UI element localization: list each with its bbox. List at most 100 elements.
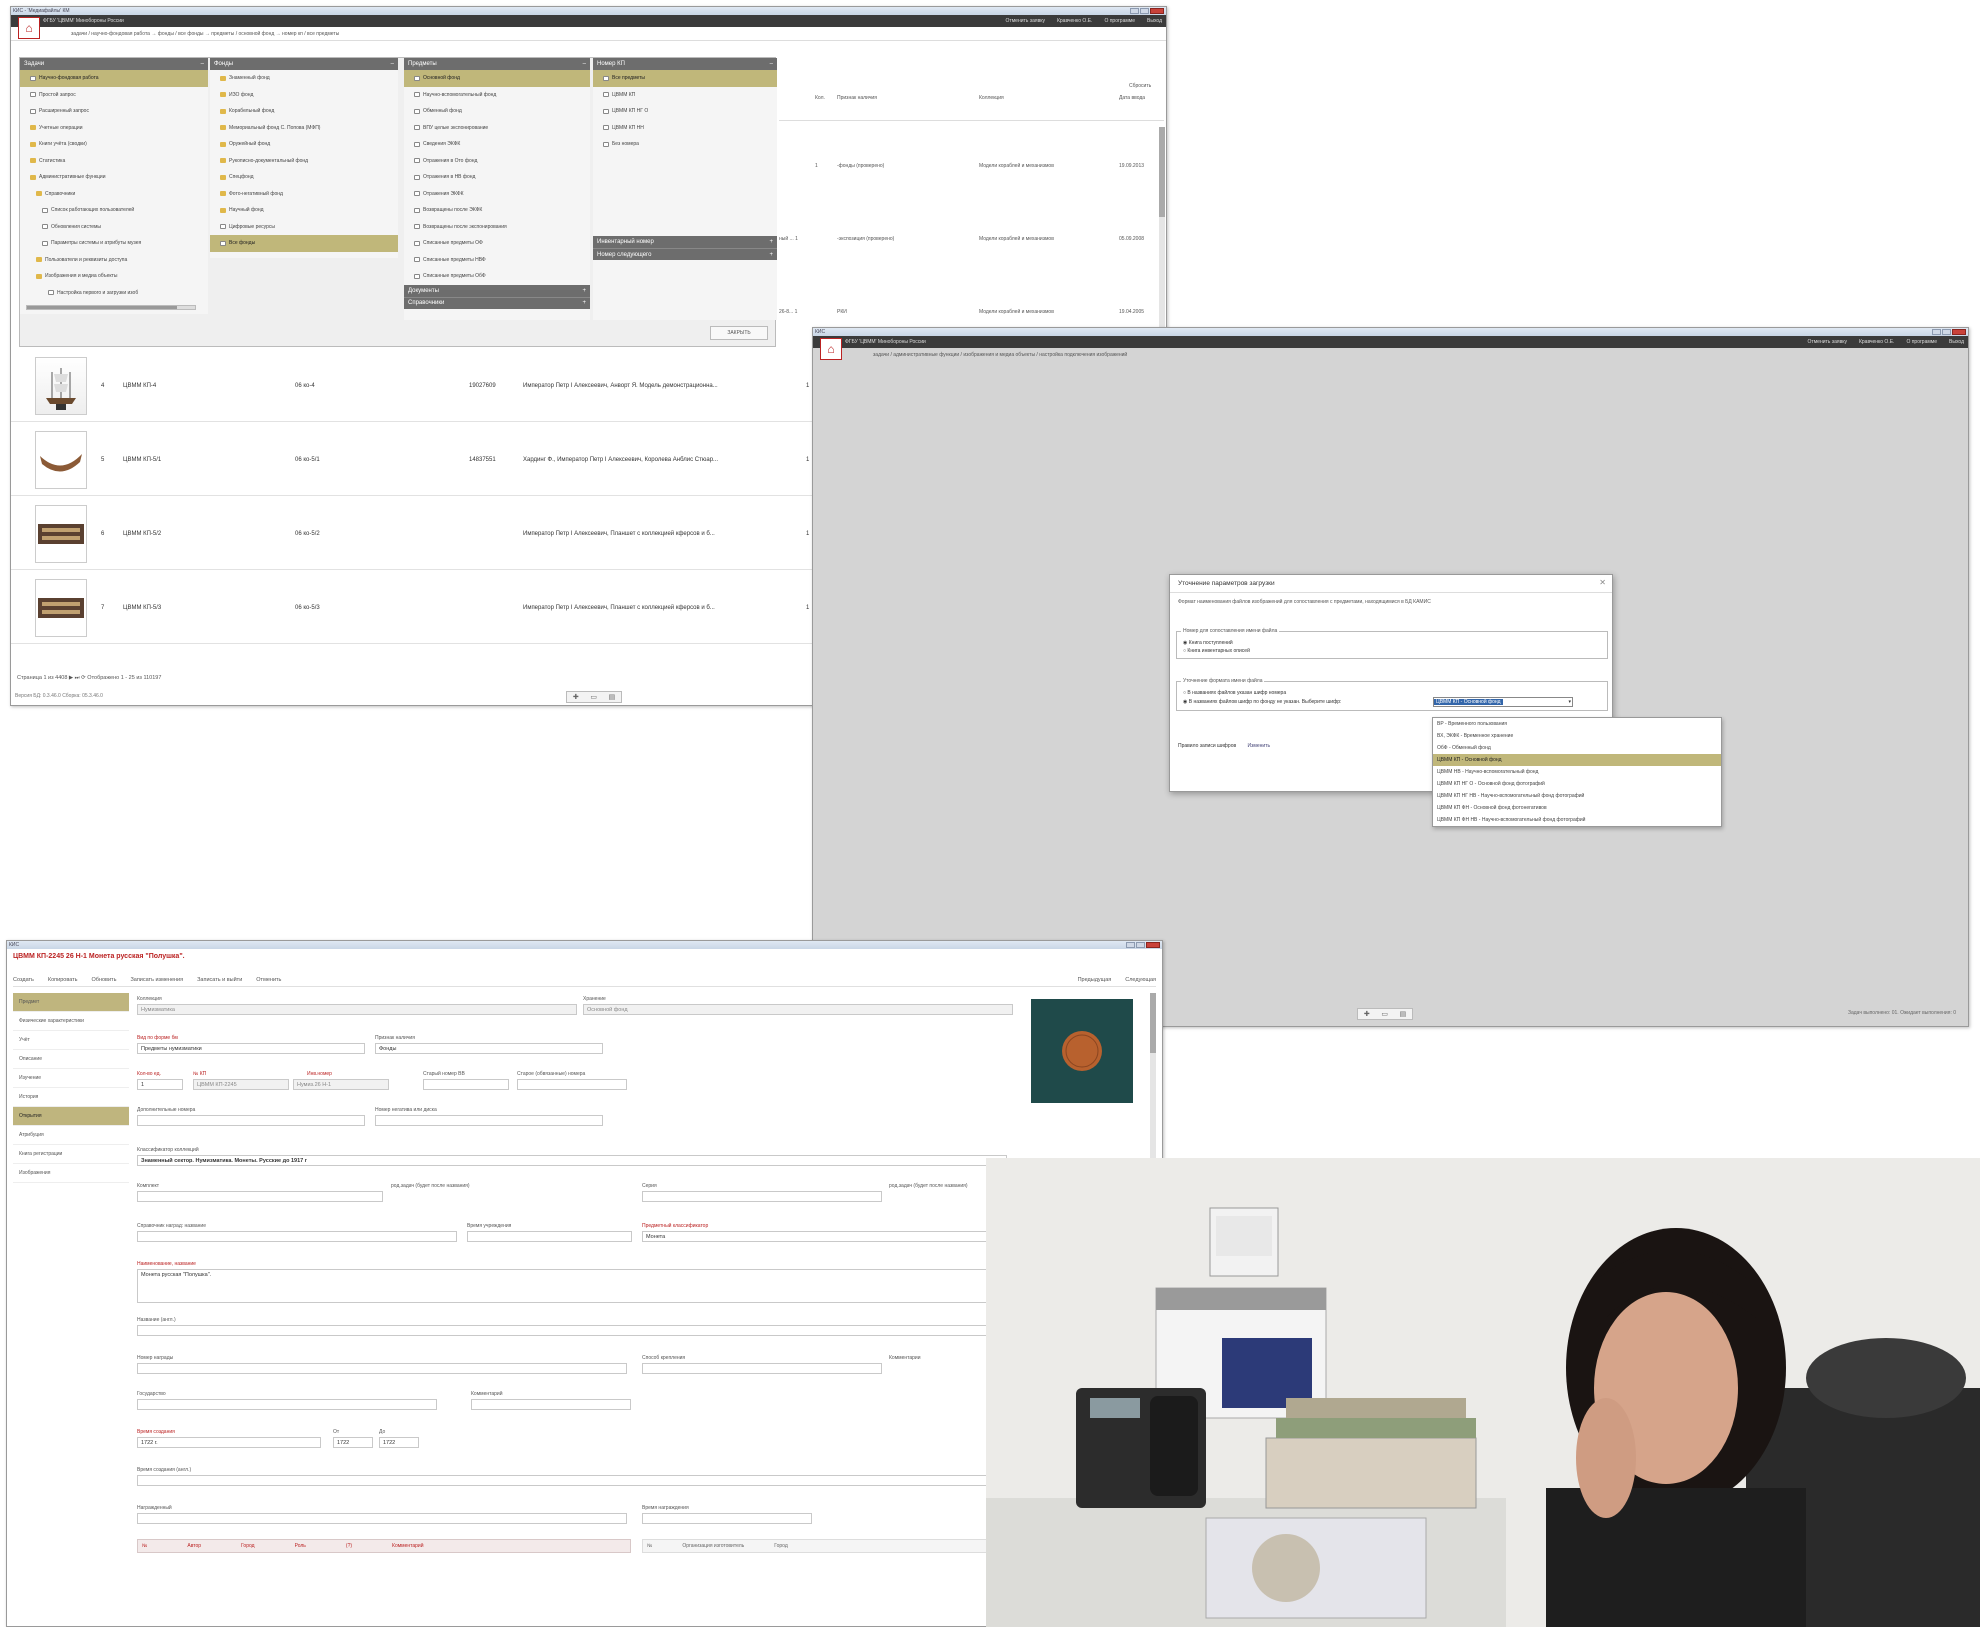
col-header[interactable]: № bbox=[142, 1543, 147, 1549]
col-header[interactable]: Город bbox=[774, 1543, 788, 1549]
task-item[interactable]: Параметры системы и атрибуты музея bbox=[20, 235, 208, 252]
subject-field[interactable]: Монета bbox=[642, 1231, 1012, 1242]
col-collection[interactable]: Коллекция bbox=[979, 95, 1004, 101]
about-link[interactable]: О программе bbox=[1906, 339, 1937, 345]
coin-image[interactable] bbox=[1031, 999, 1133, 1103]
add-num-field[interactable] bbox=[137, 1115, 365, 1126]
maximize-button[interactable] bbox=[1942, 329, 1951, 335]
save-exit-button[interactable]: Записать и выйти bbox=[197, 977, 242, 983]
list-view-icon[interactable]: ▭ bbox=[1381, 1010, 1388, 1018]
object-item[interactable]: Возвращены после экспонирования bbox=[404, 219, 590, 236]
old-inv-field[interactable] bbox=[423, 1079, 509, 1090]
object-item[interactable]: Отражения в НВ фонд bbox=[404, 169, 590, 186]
table-row[interactable]: 5 ЦВММ КП-5/1 06 ко-5/1 14837551 Хардинг… bbox=[11, 424, 819, 496]
reset-filter-link[interactable]: Сбросить bbox=[1129, 83, 1151, 89]
view-switcher[interactable]: ✚ ▭ ▤ bbox=[566, 691, 622, 703]
negative-field[interactable] bbox=[375, 1115, 603, 1126]
close-button[interactable] bbox=[1146, 942, 1160, 948]
exit-link[interactable]: Выход bbox=[1147, 18, 1162, 24]
fund-item[interactable]: Научный фонд bbox=[210, 202, 398, 219]
fund-item[interactable]: Знаменный фонд bbox=[210, 70, 398, 87]
tablet-thumbnail[interactable] bbox=[35, 504, 87, 563]
col-qty[interactable]: Кол. bbox=[815, 95, 825, 101]
radio-code-in-name[interactable]: ○ В названиях файлов указан шифр номера bbox=[1183, 690, 1286, 696]
task-item[interactable]: Книги учёта (сводки) bbox=[20, 136, 208, 153]
cancel-request-link[interactable]: Отменить заявку bbox=[1808, 339, 1847, 345]
grid-view-icon[interactable]: ✚ bbox=[1364, 1010, 1370, 1018]
object-item[interactable]: Списанные предметы НВФ bbox=[404, 252, 590, 269]
dropdown-option[interactable]: ВХ, ЭКФК - Временное хранение bbox=[1433, 730, 1721, 742]
task-item[interactable]: Учетные операции bbox=[20, 120, 208, 137]
fund-item[interactable]: ИЗО фонд bbox=[210, 87, 398, 104]
sidebar-item[interactable]: Книга регистрации bbox=[13, 1145, 129, 1164]
close-button[interactable] bbox=[1952, 329, 1966, 335]
state-comment-field[interactable] bbox=[471, 1399, 631, 1410]
fund-item[interactable]: Фото-негативный фонд bbox=[210, 186, 398, 203]
ship-model-thumbnail[interactable] bbox=[35, 356, 87, 415]
state-field[interactable] bbox=[137, 1399, 437, 1410]
object-item[interactable]: Сведения ЭКФК bbox=[404, 136, 590, 153]
documents-section[interactable]: Документы + bbox=[404, 284, 590, 297]
inventory-number-section[interactable]: Инвентарный номер + bbox=[593, 236, 777, 248]
radio-code-not-in-name[interactable]: ◉ В названиях файлов шифр по фонду не ук… bbox=[1183, 699, 1341, 705]
to-field[interactable]: 1722 bbox=[379, 1437, 419, 1448]
next-number-section[interactable]: Номер следующего + bbox=[593, 248, 777, 260]
close-panel-button[interactable]: ЗАКРЫТЬ bbox=[710, 326, 768, 340]
sidebar-item[interactable]: Атрибуция bbox=[13, 1126, 129, 1145]
view-switcher[interactable]: ✚ ▭ ▤ bbox=[1357, 1008, 1413, 1020]
sidebar-item[interactable]: Открытия bbox=[13, 1107, 129, 1126]
task-item[interactable]: Расширенный запрос bbox=[20, 103, 208, 120]
number-item[interactable]: Все предметы bbox=[593, 70, 777, 87]
col-header[interactable]: Автор bbox=[187, 1543, 201, 1549]
close-button[interactable] bbox=[1150, 8, 1164, 14]
object-item[interactable]: ВПУ целые экспонирование bbox=[404, 120, 590, 137]
minimize-button[interactable] bbox=[1932, 329, 1941, 335]
collapse-icon[interactable]: – bbox=[583, 61, 586, 67]
qty-field[interactable]: 1 bbox=[137, 1079, 183, 1090]
table-row[interactable]: 7 ЦВММ КП-5/3 06 ко-5/3 Император Петр I… bbox=[11, 572, 819, 644]
date-alt-field[interactable] bbox=[137, 1475, 1007, 1486]
sidebar-item[interactable]: Учёт bbox=[13, 1031, 129, 1050]
save-button[interactable]: Записать изменения bbox=[130, 977, 183, 983]
fund-item[interactable]: Оружейный фонд bbox=[210, 136, 398, 153]
col-header[interactable]: Комментарий bbox=[392, 1543, 424, 1549]
next-button[interactable]: Следующая bbox=[1125, 977, 1156, 983]
pager[interactable]: Страница 1 из 4408 ▶ ⏭ ⟳ Отображено 1 - … bbox=[17, 675, 161, 682]
radio-inventory-book[interactable]: ○ Книга инвентарных описей bbox=[1183, 648, 1250, 654]
name-alt-field[interactable] bbox=[137, 1325, 1007, 1336]
change-rule-link[interactable]: Изменить bbox=[1248, 743, 1271, 749]
sidebar-item[interactable]: Предмет bbox=[13, 993, 129, 1012]
object-item[interactable]: Отражения ЭКФК bbox=[404, 186, 590, 203]
col-date[interactable]: Дата ввода bbox=[1119, 95, 1145, 101]
task-item[interactable]: Обновления системы bbox=[20, 219, 208, 236]
grid-upper-row[interactable]: 1 -фонды (проверено) Модели кораблей и м… bbox=[779, 157, 1164, 177]
table-view-icon[interactable]: ▤ bbox=[1400, 1010, 1407, 1018]
from-field[interactable]: 1722 bbox=[333, 1437, 373, 1448]
sidebar-item[interactable]: Физические характеристики bbox=[13, 1012, 129, 1031]
tablet-thumbnail[interactable] bbox=[35, 578, 87, 637]
list-view-icon[interactable]: ▭ bbox=[590, 693, 597, 701]
grid-upper-row[interactable]: 26-8... 1 РКИ Модели кораблей и механизм… bbox=[779, 303, 1164, 323]
task-item[interactable]: Список работающих пользователей bbox=[20, 202, 208, 219]
dropdown-option[interactable]: ЦВММ КП ФН НВ - Научно-вспомогательный ф… bbox=[1433, 814, 1721, 826]
object-item[interactable]: Списанные предметы ОФ bbox=[404, 235, 590, 252]
dropdown-option[interactable]: ЦВММ НВ - Научно-вспомогательный фонд bbox=[1433, 766, 1721, 778]
horizontal-scrollbar[interactable] bbox=[26, 305, 196, 310]
era-field[interactable] bbox=[467, 1231, 632, 1242]
maximize-button[interactable] bbox=[1140, 8, 1149, 14]
cancel-button[interactable]: Отменить bbox=[256, 977, 281, 983]
awarded-time-field[interactable] bbox=[642, 1513, 812, 1524]
maximize-button[interactable] bbox=[1136, 942, 1145, 948]
collapse-icon[interactable]: – bbox=[391, 61, 394, 67]
presence-select[interactable]: Фонды bbox=[375, 1043, 603, 1054]
user-link[interactable]: Кравченко О.Е. bbox=[1057, 18, 1092, 24]
table-row[interactable]: 4 ЦВММ КП-4 06 ко-4 19027609 Император П… bbox=[11, 350, 819, 422]
sidebar-item[interactable]: Описание bbox=[13, 1050, 129, 1069]
boat-model-thumbnail[interactable] bbox=[35, 430, 87, 489]
task-item[interactable]: Настройка первого и загрузки изоб bbox=[20, 285, 208, 302]
col-header[interactable]: Город bbox=[241, 1543, 255, 1549]
dropdown-option[interactable]: ОбФ - Обменный фонд bbox=[1433, 742, 1721, 754]
type-select[interactable]: Предметы нумизматики bbox=[137, 1043, 365, 1054]
collection-field[interactable]: Нумизматика bbox=[137, 1004, 577, 1015]
fund-item[interactable]: Мемориальный фонд С. Попова (МФП) bbox=[210, 120, 398, 137]
